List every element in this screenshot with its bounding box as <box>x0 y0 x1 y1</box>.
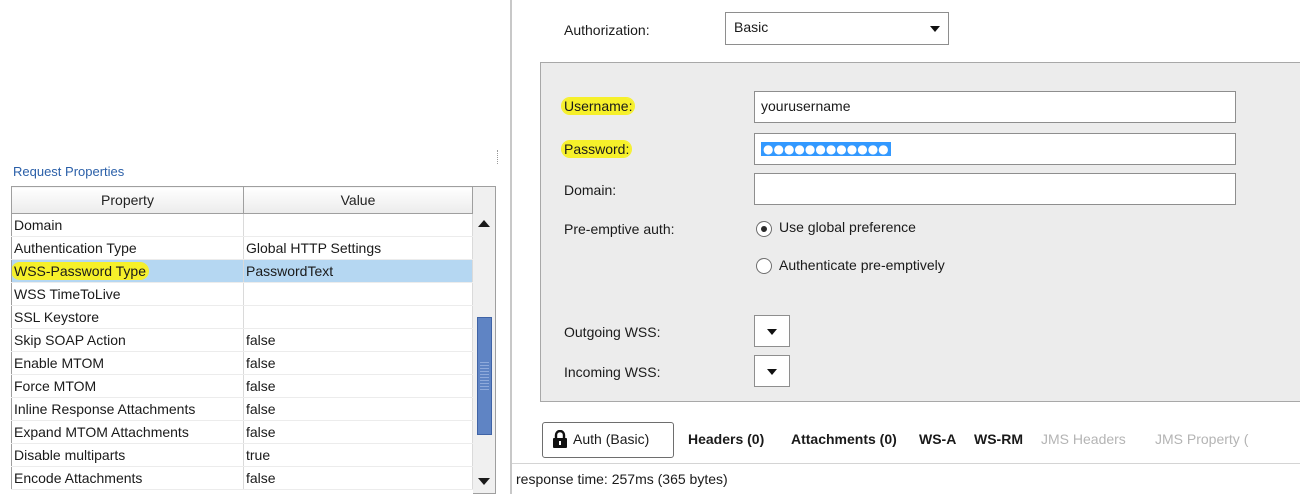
table-row-selected[interactable]: WSS-Password Type PasswordText <box>11 259 473 283</box>
incoming-wss-select[interactable] <box>754 355 790 387</box>
scrollbar-grip-icon <box>480 362 489 390</box>
property-name-cell: WSS-Password Type <box>11 259 244 283</box>
tab-jms-property: JMS Property ( <box>1155 431 1249 447</box>
table-row[interactable]: Authentication Type Global HTTP Settings <box>11 236 473 260</box>
column-header-value[interactable]: Value <box>243 186 473 214</box>
lock-icon <box>553 430 567 448</box>
property-name: Inline Response Attachments <box>11 397 244 421</box>
tab-jms-headers: JMS Headers <box>1041 431 1126 447</box>
property-name: Skip SOAP Action <box>11 328 244 352</box>
table-row[interactable]: Force MTOM false <box>11 374 473 398</box>
status-bar: response time: 257ms (365 bytes) <box>512 463 1300 494</box>
table-row[interactable]: Domain <box>11 213 473 237</box>
scroll-up-arrow-icon[interactable] <box>478 220 490 227</box>
property-name: Authentication Type <box>11 236 244 260</box>
password-label-highlighted: Password: <box>562 141 632 157</box>
authorization-label: Authorization: <box>564 22 650 38</box>
column-header-property[interactable]: Property <box>11 186 244 214</box>
splitter-handle[interactable] <box>497 150 499 164</box>
request-properties-pane: Request Properties Property Value Domain… <box>0 0 500 494</box>
request-properties-title: Request Properties <box>13 164 125 179</box>
username-label: Username: <box>562 98 635 114</box>
property-value[interactable]: false <box>243 328 473 352</box>
property-value[interactable] <box>243 282 473 306</box>
basic-auth-panel: Username: yourusername Password: ●●●●●●●… <box>540 62 1300 402</box>
table-scrollbar[interactable] <box>473 186 496 494</box>
radio-use-global-preference[interactable] <box>756 221 772 237</box>
properties-table: Property Value Domain Authentication Typ… <box>11 186 473 490</box>
property-value[interactable] <box>243 305 473 329</box>
chevron-down-icon <box>767 329 777 335</box>
chevron-down-icon <box>767 369 777 375</box>
property-value[interactable]: PasswordText <box>243 259 473 283</box>
property-value[interactable]: Global HTTP Settings <box>243 236 473 260</box>
domain-input[interactable] <box>754 173 1236 205</box>
table-row[interactable]: Inline Response Attachments false <box>11 397 473 421</box>
tab-attachments[interactable]: Attachments (0) <box>791 431 897 447</box>
table-row[interactable]: Enable MTOM false <box>11 351 473 375</box>
table-row[interactable]: WSS TimeToLive <box>11 282 473 306</box>
table-row[interactable]: Expand MTOM Attachments false <box>11 420 473 444</box>
authorization-select[interactable]: Basic <box>725 12 949 45</box>
password-label: Password: <box>562 141 632 157</box>
property-value[interactable]: false <box>243 397 473 421</box>
radio-authenticate-preemptively[interactable] <box>756 258 772 274</box>
property-name: Force MTOM <box>11 374 244 398</box>
tab-auth-label: Auth (Basic) <box>573 431 650 447</box>
property-value[interactable]: false <box>243 420 473 444</box>
username-label-highlighted: Username: <box>562 98 635 114</box>
radio-label-authenticate-preemptively[interactable]: Authenticate pre-emptively <box>779 257 945 273</box>
radio-label-use-global-preference[interactable]: Use global preference <box>779 219 916 235</box>
property-name: Enable MTOM <box>11 351 244 375</box>
table-row[interactable]: Encode Attachments false <box>11 466 473 490</box>
property-name: Expand MTOM Attachments <box>11 420 244 444</box>
request-tabbar: Auth (Basic) Headers (0) Attachments (0)… <box>540 422 1300 458</box>
property-name: SSL Keystore <box>11 305 244 329</box>
password-input[interactable]: ●●●●●●●●●●●● <box>754 133 1236 165</box>
table-row[interactable]: Disable multiparts true <box>11 443 473 467</box>
tab-ws-a[interactable]: WS-A <box>919 431 956 447</box>
auth-editor-pane: Authorization: Basic Username: yourusern… <box>510 0 1300 494</box>
username-input[interactable]: yourusername <box>754 91 1236 123</box>
authorization-select-value: Basic <box>734 19 769 35</box>
scroll-down-arrow-icon[interactable] <box>478 478 490 485</box>
property-name: Encode Attachments <box>11 466 244 490</box>
table-row[interactable]: SSL Keystore <box>11 305 473 329</box>
property-name: WSS TimeToLive <box>11 282 244 306</box>
tab-ws-rm[interactable]: WS-RM <box>974 431 1023 447</box>
table-row[interactable]: Skip SOAP Action false <box>11 328 473 352</box>
incoming-wss-label: Incoming WSS: <box>564 364 661 380</box>
outgoing-wss-label: Outgoing WSS: <box>564 324 661 340</box>
chevron-down-icon <box>930 26 940 32</box>
preemptive-auth-label: Pre-emptive auth: <box>564 221 675 237</box>
tab-headers[interactable]: Headers (0) <box>688 431 764 447</box>
property-value[interactable]: false <box>243 351 473 375</box>
property-name: Disable multiparts <box>11 443 244 467</box>
scrollbar-thumb[interactable] <box>477 317 492 435</box>
property-name-highlighted: WSS-Password Type <box>12 263 149 279</box>
property-value[interactable]: false <box>243 374 473 398</box>
property-name: Domain <box>11 213 244 237</box>
password-masked-value: ●●●●●●●●●●●● <box>761 142 891 156</box>
tab-auth[interactable]: Auth (Basic) <box>542 422 674 458</box>
property-value[interactable] <box>243 213 473 237</box>
table-header-row: Property Value <box>11 186 473 214</box>
domain-label: Domain: <box>564 182 617 198</box>
property-value[interactable]: true <box>243 443 473 467</box>
property-value[interactable]: false <box>243 466 473 490</box>
outgoing-wss-select[interactable] <box>754 315 790 347</box>
